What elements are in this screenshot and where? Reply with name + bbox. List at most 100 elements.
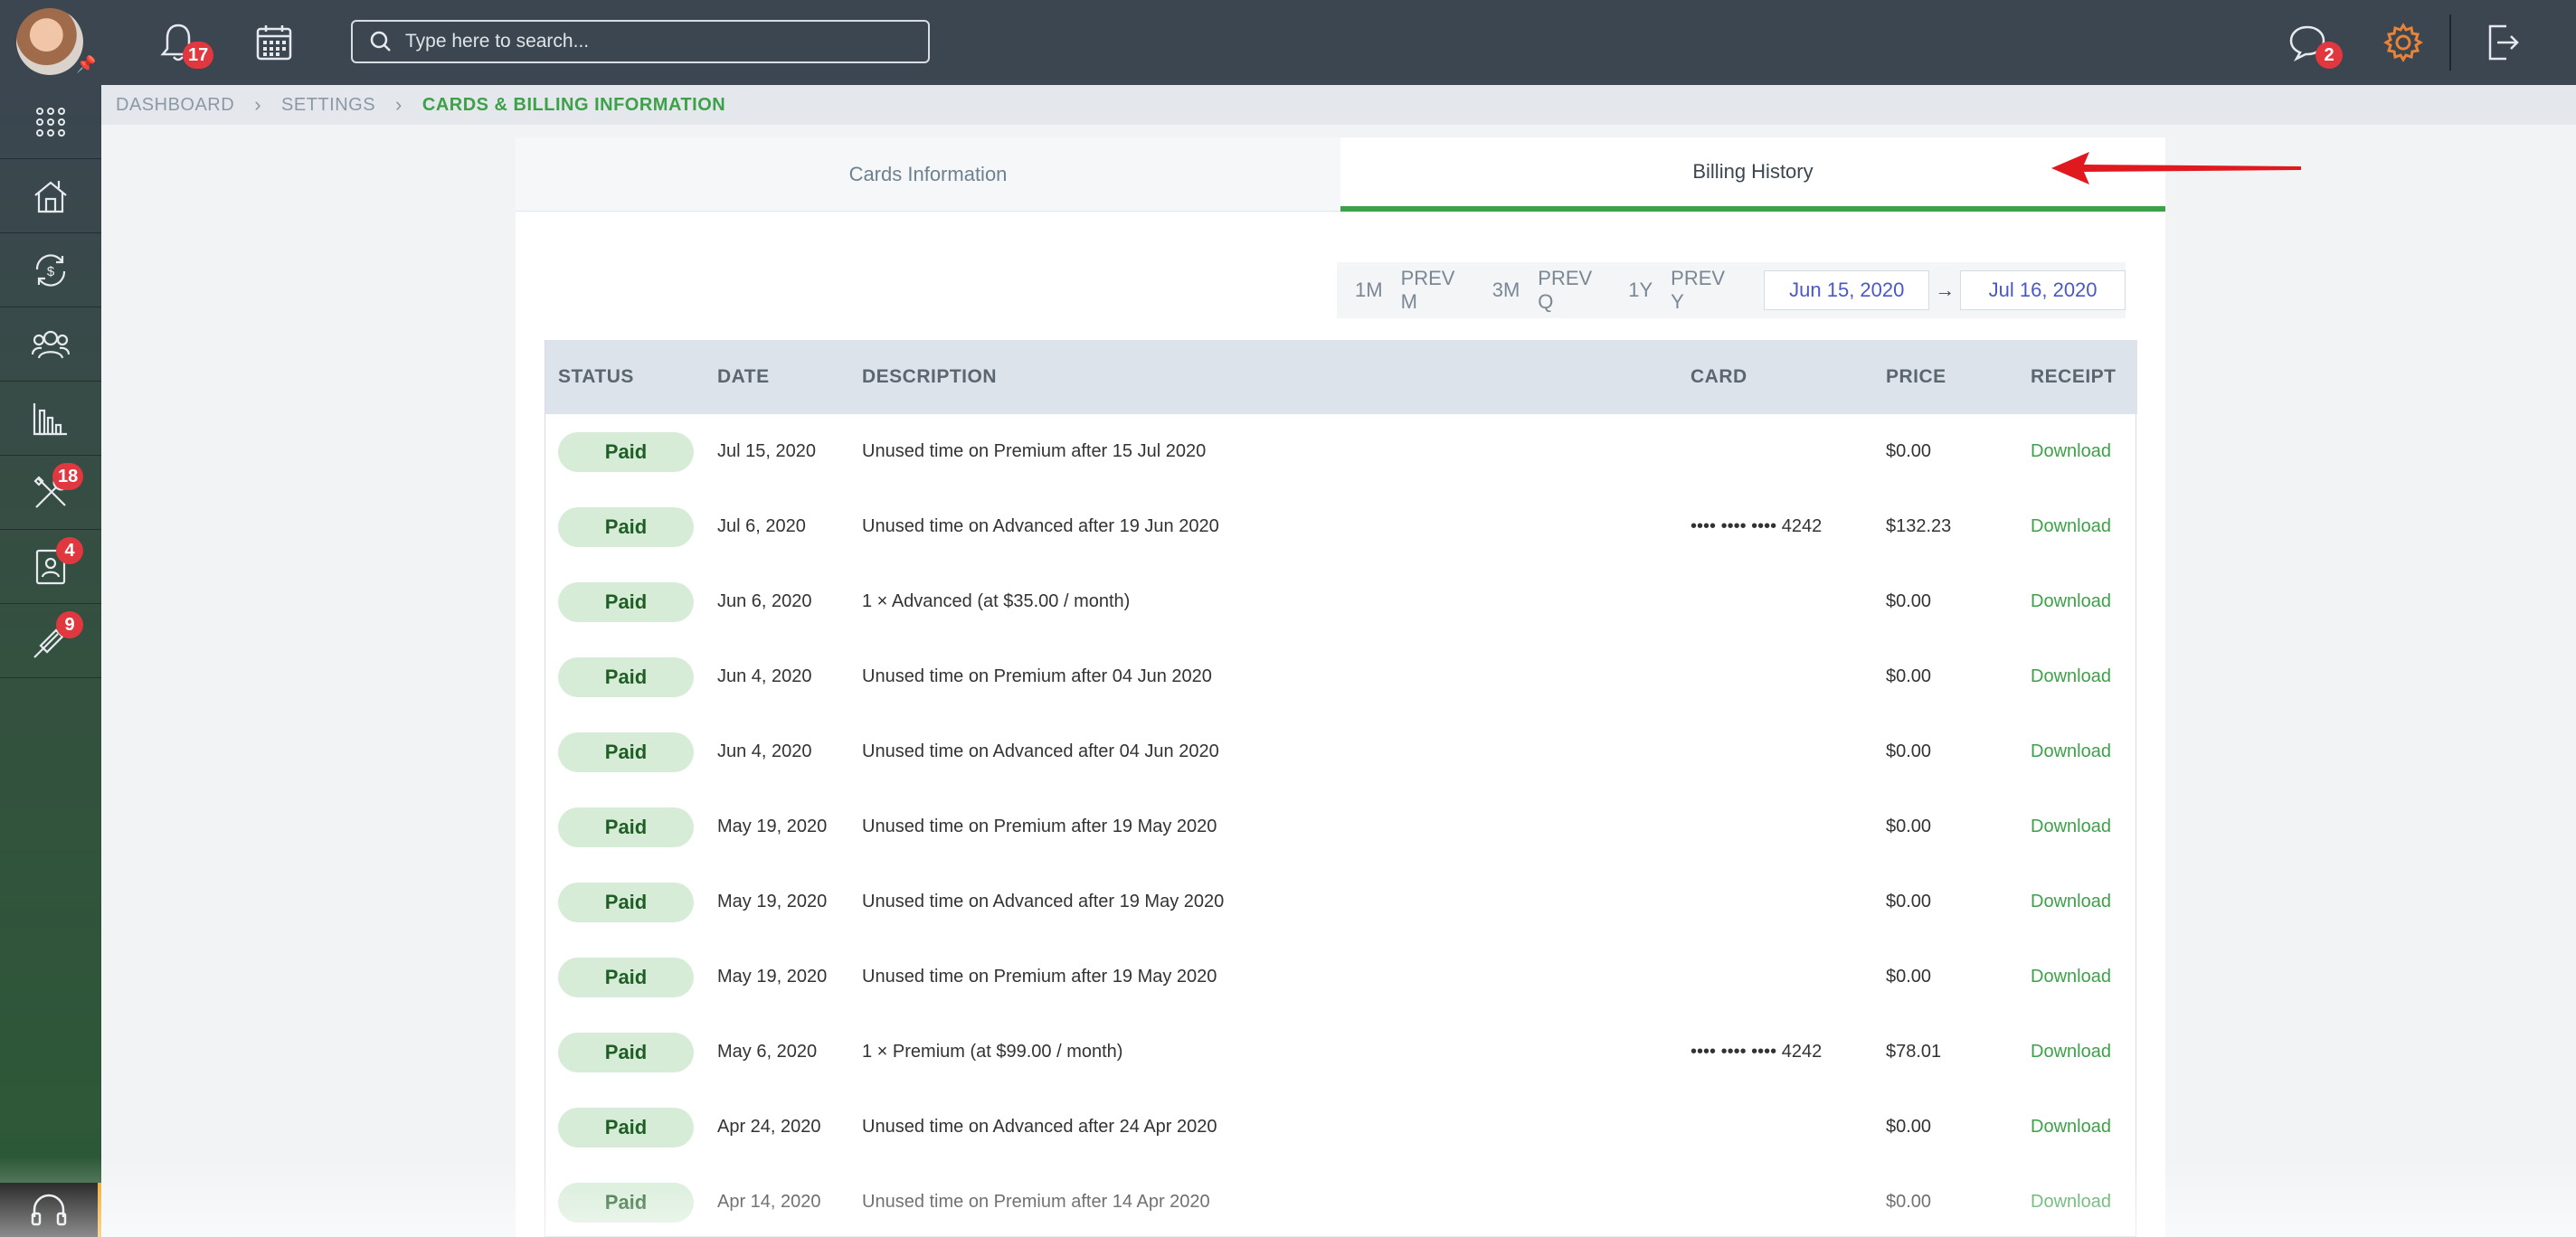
status-badge: Paid (558, 1107, 694, 1147)
user-avatar[interactable] (16, 8, 83, 75)
billing-panel: Cards Information Billing History 1M PRE… (516, 137, 2165, 1237)
date-range-filter: 1M PREV M 3M PREV Q 1Y PREV Y Jun 15, 20… (1337, 262, 2126, 318)
top-bar: 📌 17 2 (0, 0, 2576, 85)
download-receipt-link[interactable]: Download (2031, 1015, 2111, 1090)
row-date: May 19, 2020 (717, 817, 828, 836)
row-date: Jun 6, 2020 (717, 591, 812, 611)
download-receipt-link[interactable]: Download (2031, 1165, 2111, 1237)
download-receipt-link[interactable]: Download (2031, 564, 2111, 639)
range-3m-button[interactable]: 3M (1492, 279, 1520, 302)
download-receipt-link[interactable]: Download (2031, 940, 2111, 1015)
row-description: Unused time on Premium after 19 May 2020 (862, 817, 1217, 836)
table-row: Paid Jul 15, 2020 Unused time on Premium a… (545, 414, 2136, 489)
row-price: $0.00 (1886, 967, 1932, 987)
download-receipt-link[interactable]: Download (2031, 639, 2111, 714)
sidebar-item-apps[interactable] (0, 85, 101, 159)
sidebar-item-maintenance[interactable]: 18 (0, 456, 101, 530)
messages-button[interactable]: 2 (2285, 20, 2343, 69)
calendar-button[interactable] (251, 20, 297, 65)
download-receipt-link[interactable]: Download (2031, 1090, 2111, 1165)
notifications-badge: 17 (183, 42, 214, 69)
support-button[interactable] (0, 1183, 101, 1237)
status-badge: Paid (558, 957, 694, 997)
tab-cards-information[interactable]: Cards Information (516, 137, 1340, 212)
pin-icon[interactable]: 📌 (76, 54, 96, 74)
row-description: Unused time on Advanced after 04 Jun 202… (862, 741, 1219, 761)
row-description: Unused time on Premium after 15 Jul 2020 (862, 441, 1207, 461)
row-price: $0.00 (1886, 666, 1932, 686)
row-date: Apr 24, 2020 (717, 1117, 821, 1137)
status-badge: Paid (558, 581, 694, 622)
status-badge: Paid (558, 732, 694, 772)
status-badge: Paid (558, 1182, 694, 1223)
table-row: Paid May 19, 2020 Unused time on Premium a… (545, 789, 2136, 864)
table-row: Paid Jun 6, 2020 1 × Advanced (at $35.00 /… (545, 564, 2136, 639)
range-prev-quarter-button[interactable]: PREV Q (1538, 267, 1610, 314)
row-date: Jun 4, 2020 (717, 666, 812, 686)
range-1m-button[interactable]: 1M (1355, 279, 1383, 302)
status-badge: Paid (558, 807, 694, 847)
breadcrumb-current: CARDS & BILLING INFORMATION (421, 94, 726, 115)
row-price: $0.00 (1886, 591, 1932, 611)
messages-badge: 2 (2316, 42, 2343, 69)
download-receipt-link[interactable]: Download (2031, 489, 2111, 564)
download-receipt-link[interactable]: Download (2031, 789, 2111, 864)
users-icon (31, 330, 71, 358)
row-price: $0.00 (1886, 741, 1932, 761)
status-badge: Paid (558, 1032, 694, 1072)
sidebar-item-reports[interactable] (0, 382, 101, 456)
table-row: Paid May 19, 2020 Unused time on Premium a… (545, 940, 2136, 1015)
status-badge: Paid (558, 506, 694, 547)
breadcrumb-dashboard[interactable]: DASHBOARD (116, 95, 234, 116)
range-prev-month-button[interactable]: PREV M (1401, 267, 1474, 314)
row-date: Jun 4, 2020 (717, 741, 812, 761)
row-price: $0.00 (1886, 1117, 1932, 1137)
row-description: Unused time on Advanced after 19 May 202… (862, 892, 1225, 911)
services-badge: 9 (56, 611, 83, 638)
status-badge: Paid (558, 882, 694, 922)
gear-icon (2383, 23, 2423, 62)
settings-button[interactable] (2381, 20, 2426, 65)
money-exchange-icon: $ (35, 253, 66, 287)
row-price: $132.23 (1886, 516, 1952, 536)
sidebar-item-services[interactable]: 9 (0, 604, 101, 678)
download-receipt-link[interactable]: Download (2031, 714, 2111, 789)
download-receipt-link[interactable]: Download (2031, 414, 2111, 489)
breadcrumb-settings[interactable]: SETTINGS (281, 95, 375, 116)
row-description: Unused time on Premium after 14 Apr 2020 (862, 1192, 1210, 1212)
range-prev-year-button[interactable]: PREV Y (1671, 267, 1740, 314)
table-row: Paid Jun 4, 2020 Unused time on Premium af… (545, 639, 2136, 714)
header-status: STATUS (558, 366, 634, 387)
table-header: STATUS DATE DESCRIPTION CARD PRICE RECEI… (545, 340, 2137, 414)
table-row: Paid May 19, 2020 Unused time on Advanced … (545, 864, 2136, 940)
house-icon (34, 180, 67, 212)
svg-text:$: $ (47, 264, 55, 279)
sidebar-item-properties[interactable] (0, 159, 101, 233)
tab-billing-history[interactable]: Billing History (1340, 137, 2165, 212)
arrow-right-icon: → (1935, 279, 1956, 301)
row-description: 1 × Premium (at $99.00 / month) (862, 1042, 1123, 1062)
header-receipt: RECEIPT (2031, 366, 2117, 387)
row-price: $78.01 (1886, 1042, 1942, 1062)
start-date-input[interactable]: Jun 15, 2020 (1764, 270, 1930, 310)
chevron-right-icon: › (395, 93, 402, 116)
table-row: Paid Jul 6, 2020 Unused time on Advanced a… (545, 489, 2136, 564)
sidebar-item-people[interactable] (0, 307, 101, 382)
search-input[interactable] (405, 31, 912, 52)
header-description: DESCRIPTION (862, 366, 998, 387)
logout-button[interactable] (2480, 20, 2525, 65)
search-box[interactable] (351, 20, 930, 63)
sidebar-item-transactions[interactable]: $ (0, 233, 101, 307)
logout-icon (2488, 24, 2519, 61)
headset-icon (31, 1194, 67, 1226)
row-date: Apr 14, 2020 (717, 1192, 821, 1212)
chevron-right-icon: › (254, 93, 262, 116)
status-badge: Paid (558, 431, 694, 472)
header-price: PRICE (1886, 366, 1946, 387)
download-receipt-link[interactable]: Download (2031, 864, 2111, 940)
notifications-button[interactable]: 17 (156, 20, 214, 69)
end-date-input[interactable]: Jul 16, 2020 (1960, 270, 2126, 310)
sidebar-item-contacts[interactable]: 4 (0, 530, 101, 604)
row-price: $0.00 (1886, 1192, 1932, 1212)
range-1y-button[interactable]: 1Y (1628, 279, 1653, 302)
